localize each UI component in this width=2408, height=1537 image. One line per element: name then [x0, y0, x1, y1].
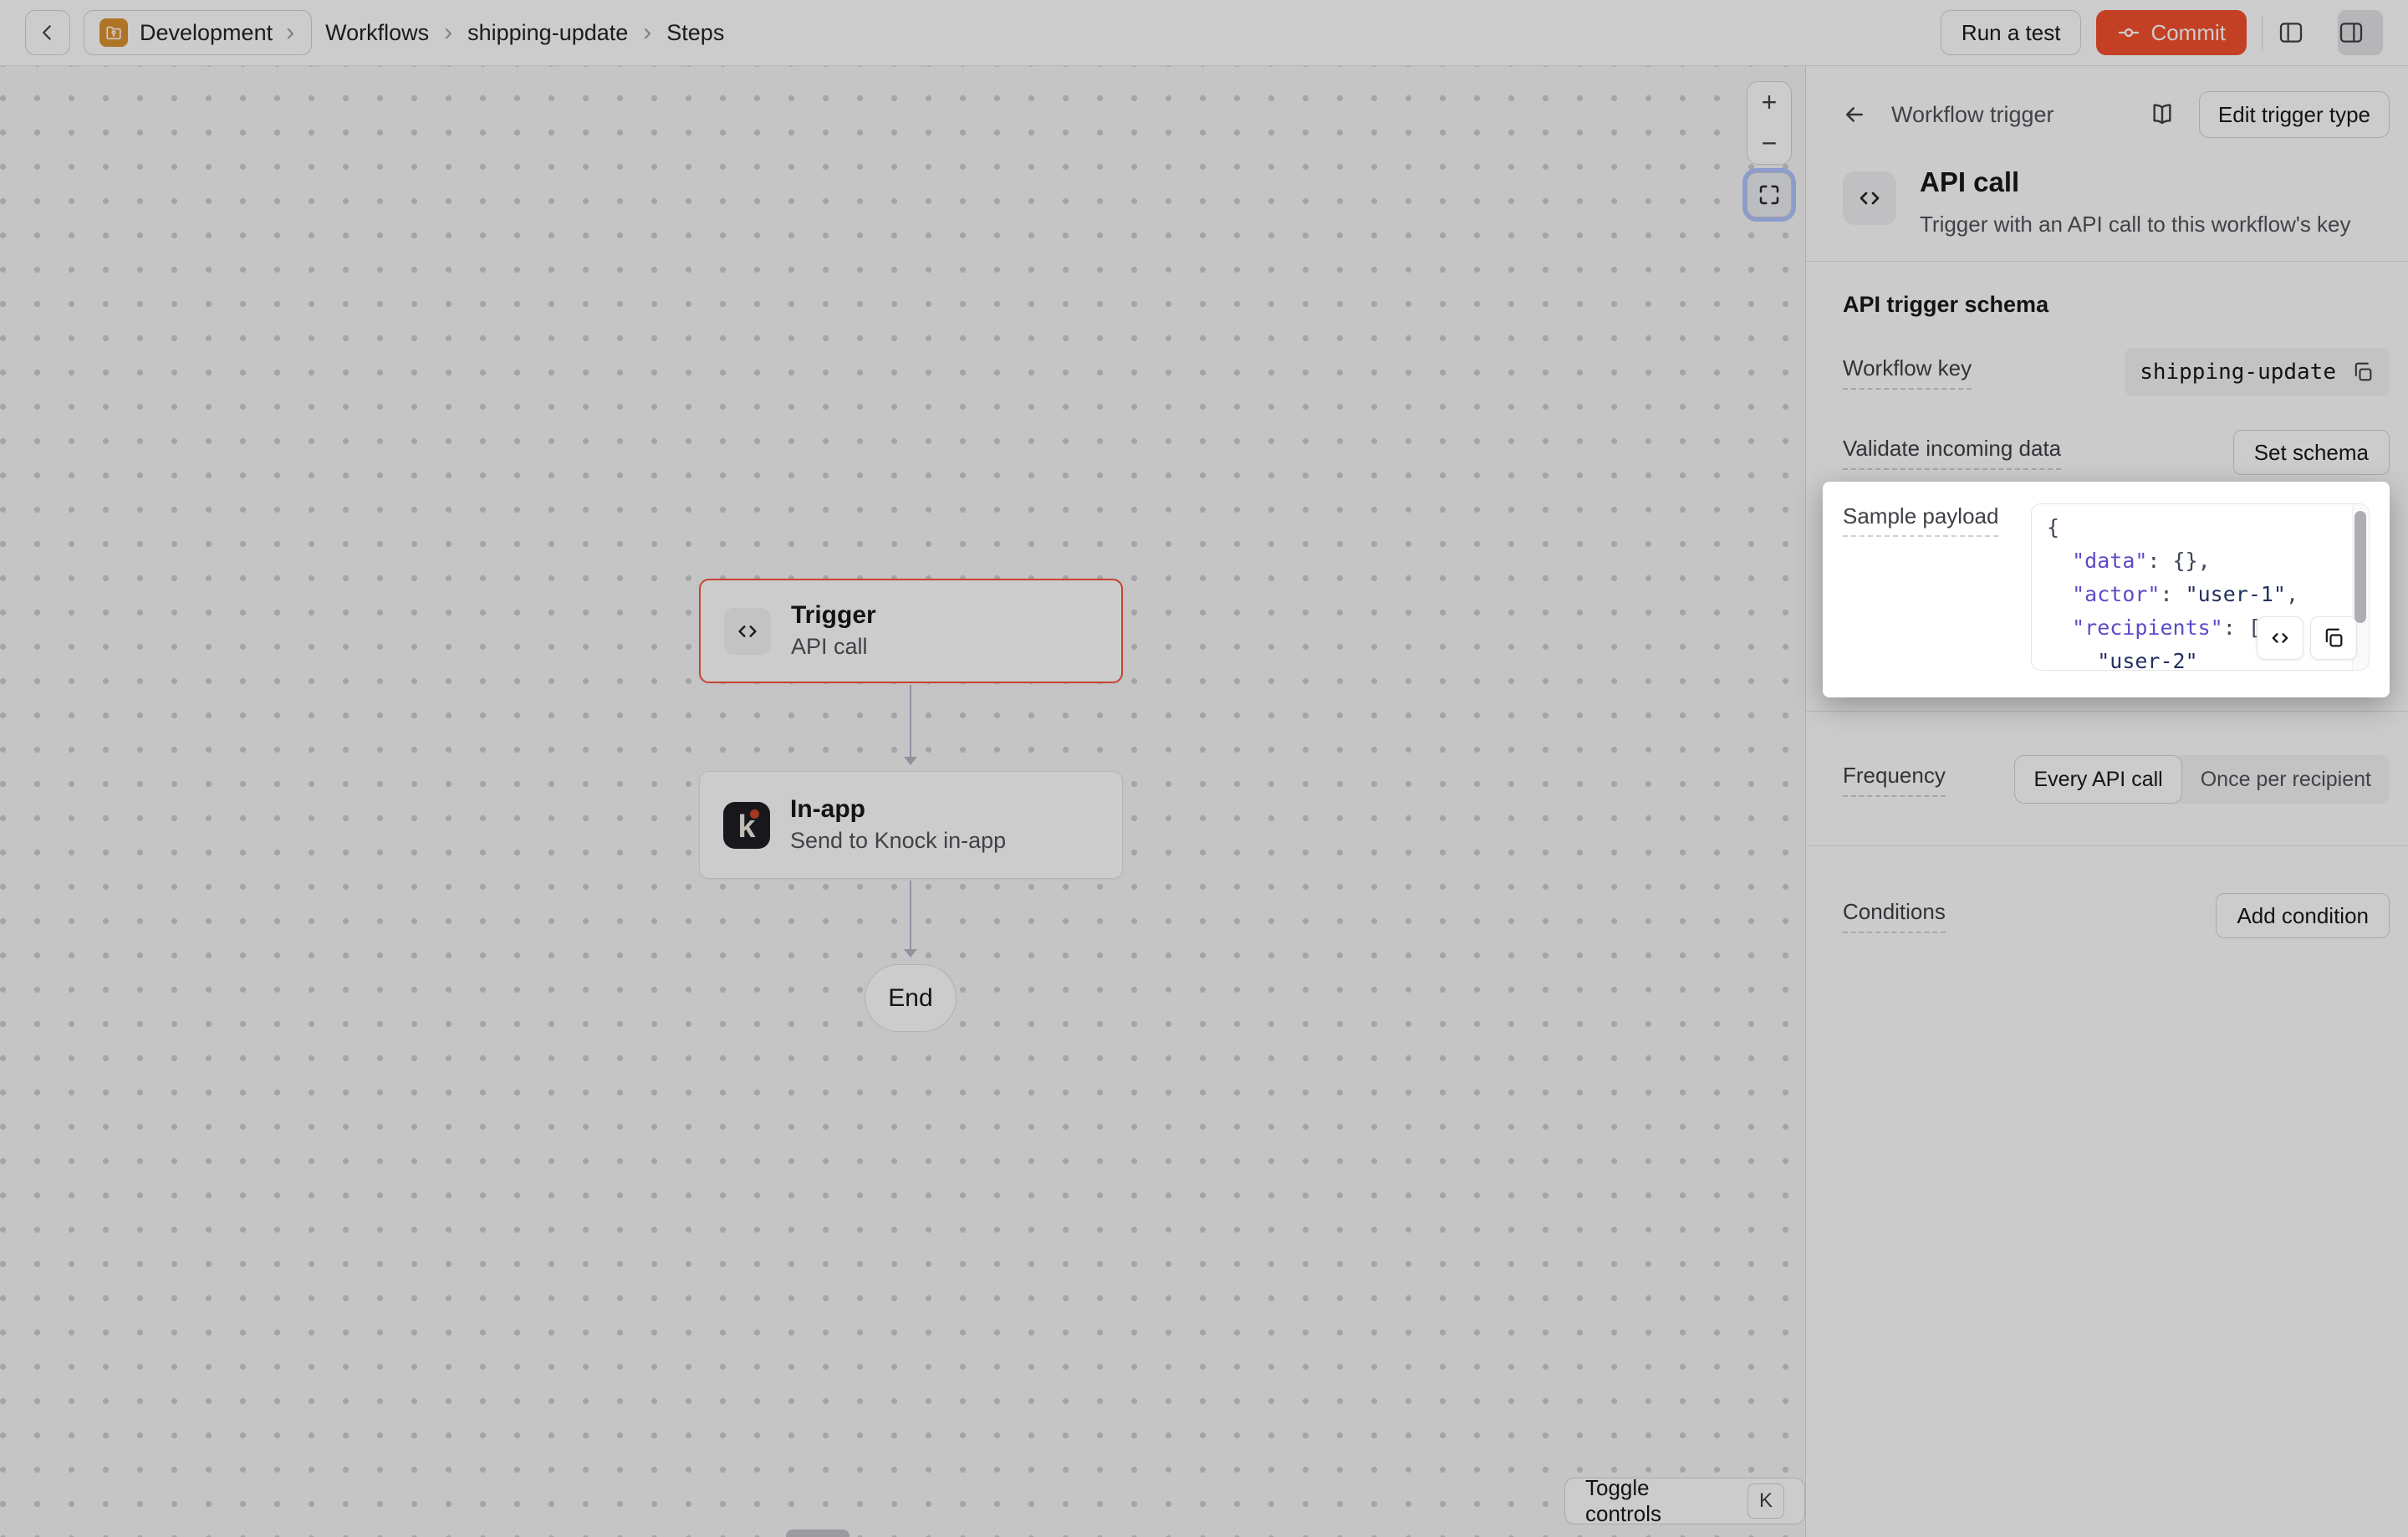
workflow-key-row: Workflow key shipping-update — [1806, 348, 2408, 396]
set-schema-button[interactable]: Set schema — [2233, 430, 2390, 475]
toggle-controls-label: Toggle controls — [1585, 1475, 1731, 1527]
arrow-left-icon — [1842, 102, 1867, 127]
panel-back-button[interactable] — [1834, 94, 1875, 135]
panel-left-icon — [2278, 19, 2323, 46]
back-button[interactable] — [25, 10, 70, 55]
workflow-key-code: shipping-update — [2140, 360, 2336, 385]
panel-header: Workflow trigger Edit trigger type — [1806, 66, 2408, 138]
copy-icon — [2322, 626, 2345, 650]
zoom-out-button[interactable]: − — [1747, 123, 1791, 164]
editor-scrollbar-thumb[interactable] — [2354, 511, 2366, 623]
trigger-type-description: Trigger with an API call to this workflo… — [1920, 212, 2351, 237]
edit-trigger-type-label: Edit trigger type — [2218, 102, 2370, 127]
environment-name: Development — [140, 20, 273, 46]
keyboard-key-badge: K — [1747, 1483, 1784, 1519]
chevron-left-icon — [37, 22, 59, 43]
bottom-peek-bar — [786, 1529, 849, 1537]
sample-payload-label: Sample payload — [1843, 503, 1998, 537]
frequency-segmented-control: Every API call Once per recipient — [2014, 755, 2390, 804]
node-trigger-title: Trigger — [791, 599, 876, 631]
topbar-divider — [2262, 16, 2263, 49]
knock-logo-icon: k — [723, 802, 770, 849]
commit-label: Commit — [2150, 20, 2226, 46]
trigger-type-title: API call — [1920, 166, 2351, 198]
zoom-controls: + − — [1747, 81, 1792, 165]
conditions-label: Conditions — [1843, 899, 1946, 933]
validate-row: Validate incoming data Set schema — [1806, 430, 2408, 475]
panel-right-icon — [2338, 19, 2383, 46]
toggle-right-panel-button[interactable] — [2338, 10, 2383, 55]
chevron-right-icon: › — [641, 18, 653, 47]
section-divider — [1806, 261, 2408, 262]
sample-payload-editor[interactable]: { "data": {}, "actor": "user-1", "recipi… — [2031, 503, 2370, 671]
workflow-trigger-panel: Workflow trigger Edit trigger type API c… — [1805, 66, 2408, 1537]
code-icon — [2268, 626, 2292, 650]
book-icon — [2149, 101, 2176, 128]
node-trigger[interactable]: Trigger API call — [699, 579, 1123, 683]
set-schema-label: Set schema — [2254, 440, 2369, 465]
workflow-canvas[interactable]: + − Trigger API call k — [0, 66, 1805, 1537]
validate-label: Validate incoming data — [1843, 436, 2061, 470]
node-in-app-title: In-app — [790, 793, 1006, 825]
toggle-left-panel-button[interactable] — [2278, 10, 2323, 55]
node-trigger-subtitle: API call — [791, 631, 876, 663]
zoom-in-button[interactable]: + — [1747, 82, 1791, 123]
node-in-app-subtitle: Send to Knock in-app — [790, 825, 1006, 857]
toggle-controls-button[interactable]: Toggle controls K — [1564, 1478, 1805, 1524]
chevron-right-icon: › — [284, 18, 296, 47]
copy-workflow-key-button[interactable] — [2351, 360, 2375, 384]
code-icon — [1843, 171, 1896, 225]
workflow-key-label: Workflow key — [1843, 355, 1972, 390]
frequency-option-once-per-recipient[interactable]: Once per recipient — [2182, 755, 2390, 804]
breadcrumb: Workflows › shipping-update › Steps — [325, 18, 724, 47]
edge-inapp-to-end — [910, 881, 911, 952]
section-divider — [1806, 711, 2408, 712]
topbar: Development › Workflows › shipping-updat… — [0, 0, 2408, 66]
trigger-type-summary: API call Trigger with an API call to thi… — [1843, 166, 2390, 237]
add-condition-button[interactable]: Add condition — [2216, 893, 2390, 938]
schema-section-heading: API trigger schema — [1843, 292, 2390, 318]
node-in-app[interactable]: k In-app Send to Knock in-app — [699, 771, 1123, 879]
panel-title: Workflow trigger — [1891, 102, 2125, 128]
edit-trigger-type-button[interactable]: Edit trigger type — [2199, 91, 2390, 138]
chevron-right-icon: › — [442, 18, 454, 47]
knock-logo-dot — [750, 809, 759, 819]
topbar-actions: Run a test Commit — [1941, 10, 2383, 55]
add-condition-label: Add condition — [2237, 903, 2369, 928]
commit-icon — [2117, 21, 2140, 44]
format-code-button[interactable] — [2257, 616, 2303, 660]
environment-folder-icon — [99, 18, 128, 47]
fit-view-button[interactable] — [1747, 172, 1792, 217]
docs-button[interactable] — [2142, 94, 2182, 135]
copy-icon — [2351, 360, 2375, 384]
section-divider — [1806, 845, 2408, 846]
node-end-label: End — [888, 984, 932, 1013]
fit-view-icon — [1757, 182, 1782, 207]
run-a-test-button[interactable]: Run a test — [1941, 10, 2082, 55]
environment-switcher[interactable]: Development › — [84, 10, 312, 55]
code-icon — [724, 608, 771, 655]
breadcrumb-steps[interactable]: Steps — [666, 20, 724, 46]
frequency-option-every-api-call[interactable]: Every API call — [2014, 755, 2181, 804]
breadcrumb-workflows[interactable]: Workflows — [325, 20, 429, 46]
conditions-row: Conditions Add condition — [1806, 893, 2408, 938]
node-end[interactable]: End — [865, 964, 957, 1032]
frequency-row: Frequency Every API call Once per recipi… — [1806, 755, 2408, 804]
breadcrumb-workflow-key[interactable]: shipping-update — [467, 20, 628, 46]
sample-payload-label-col: Sample payload — [1843, 503, 2031, 529]
copy-payload-button[interactable] — [2310, 616, 2357, 660]
frequency-label: Frequency — [1843, 763, 1946, 797]
edge-trigger-to-inapp — [910, 685, 911, 760]
commit-button[interactable]: Commit — [2096, 10, 2247, 55]
run-a-test-label: Run a test — [1962, 20, 2061, 46]
sample-payload-spotlight: Sample payload { "data": {}, "actor": "u… — [1823, 482, 2390, 697]
workflow-key-value: shipping-update — [2125, 348, 2390, 396]
knock-workflow-editor: Development › Workflows › shipping-updat… — [0, 0, 2408, 1537]
